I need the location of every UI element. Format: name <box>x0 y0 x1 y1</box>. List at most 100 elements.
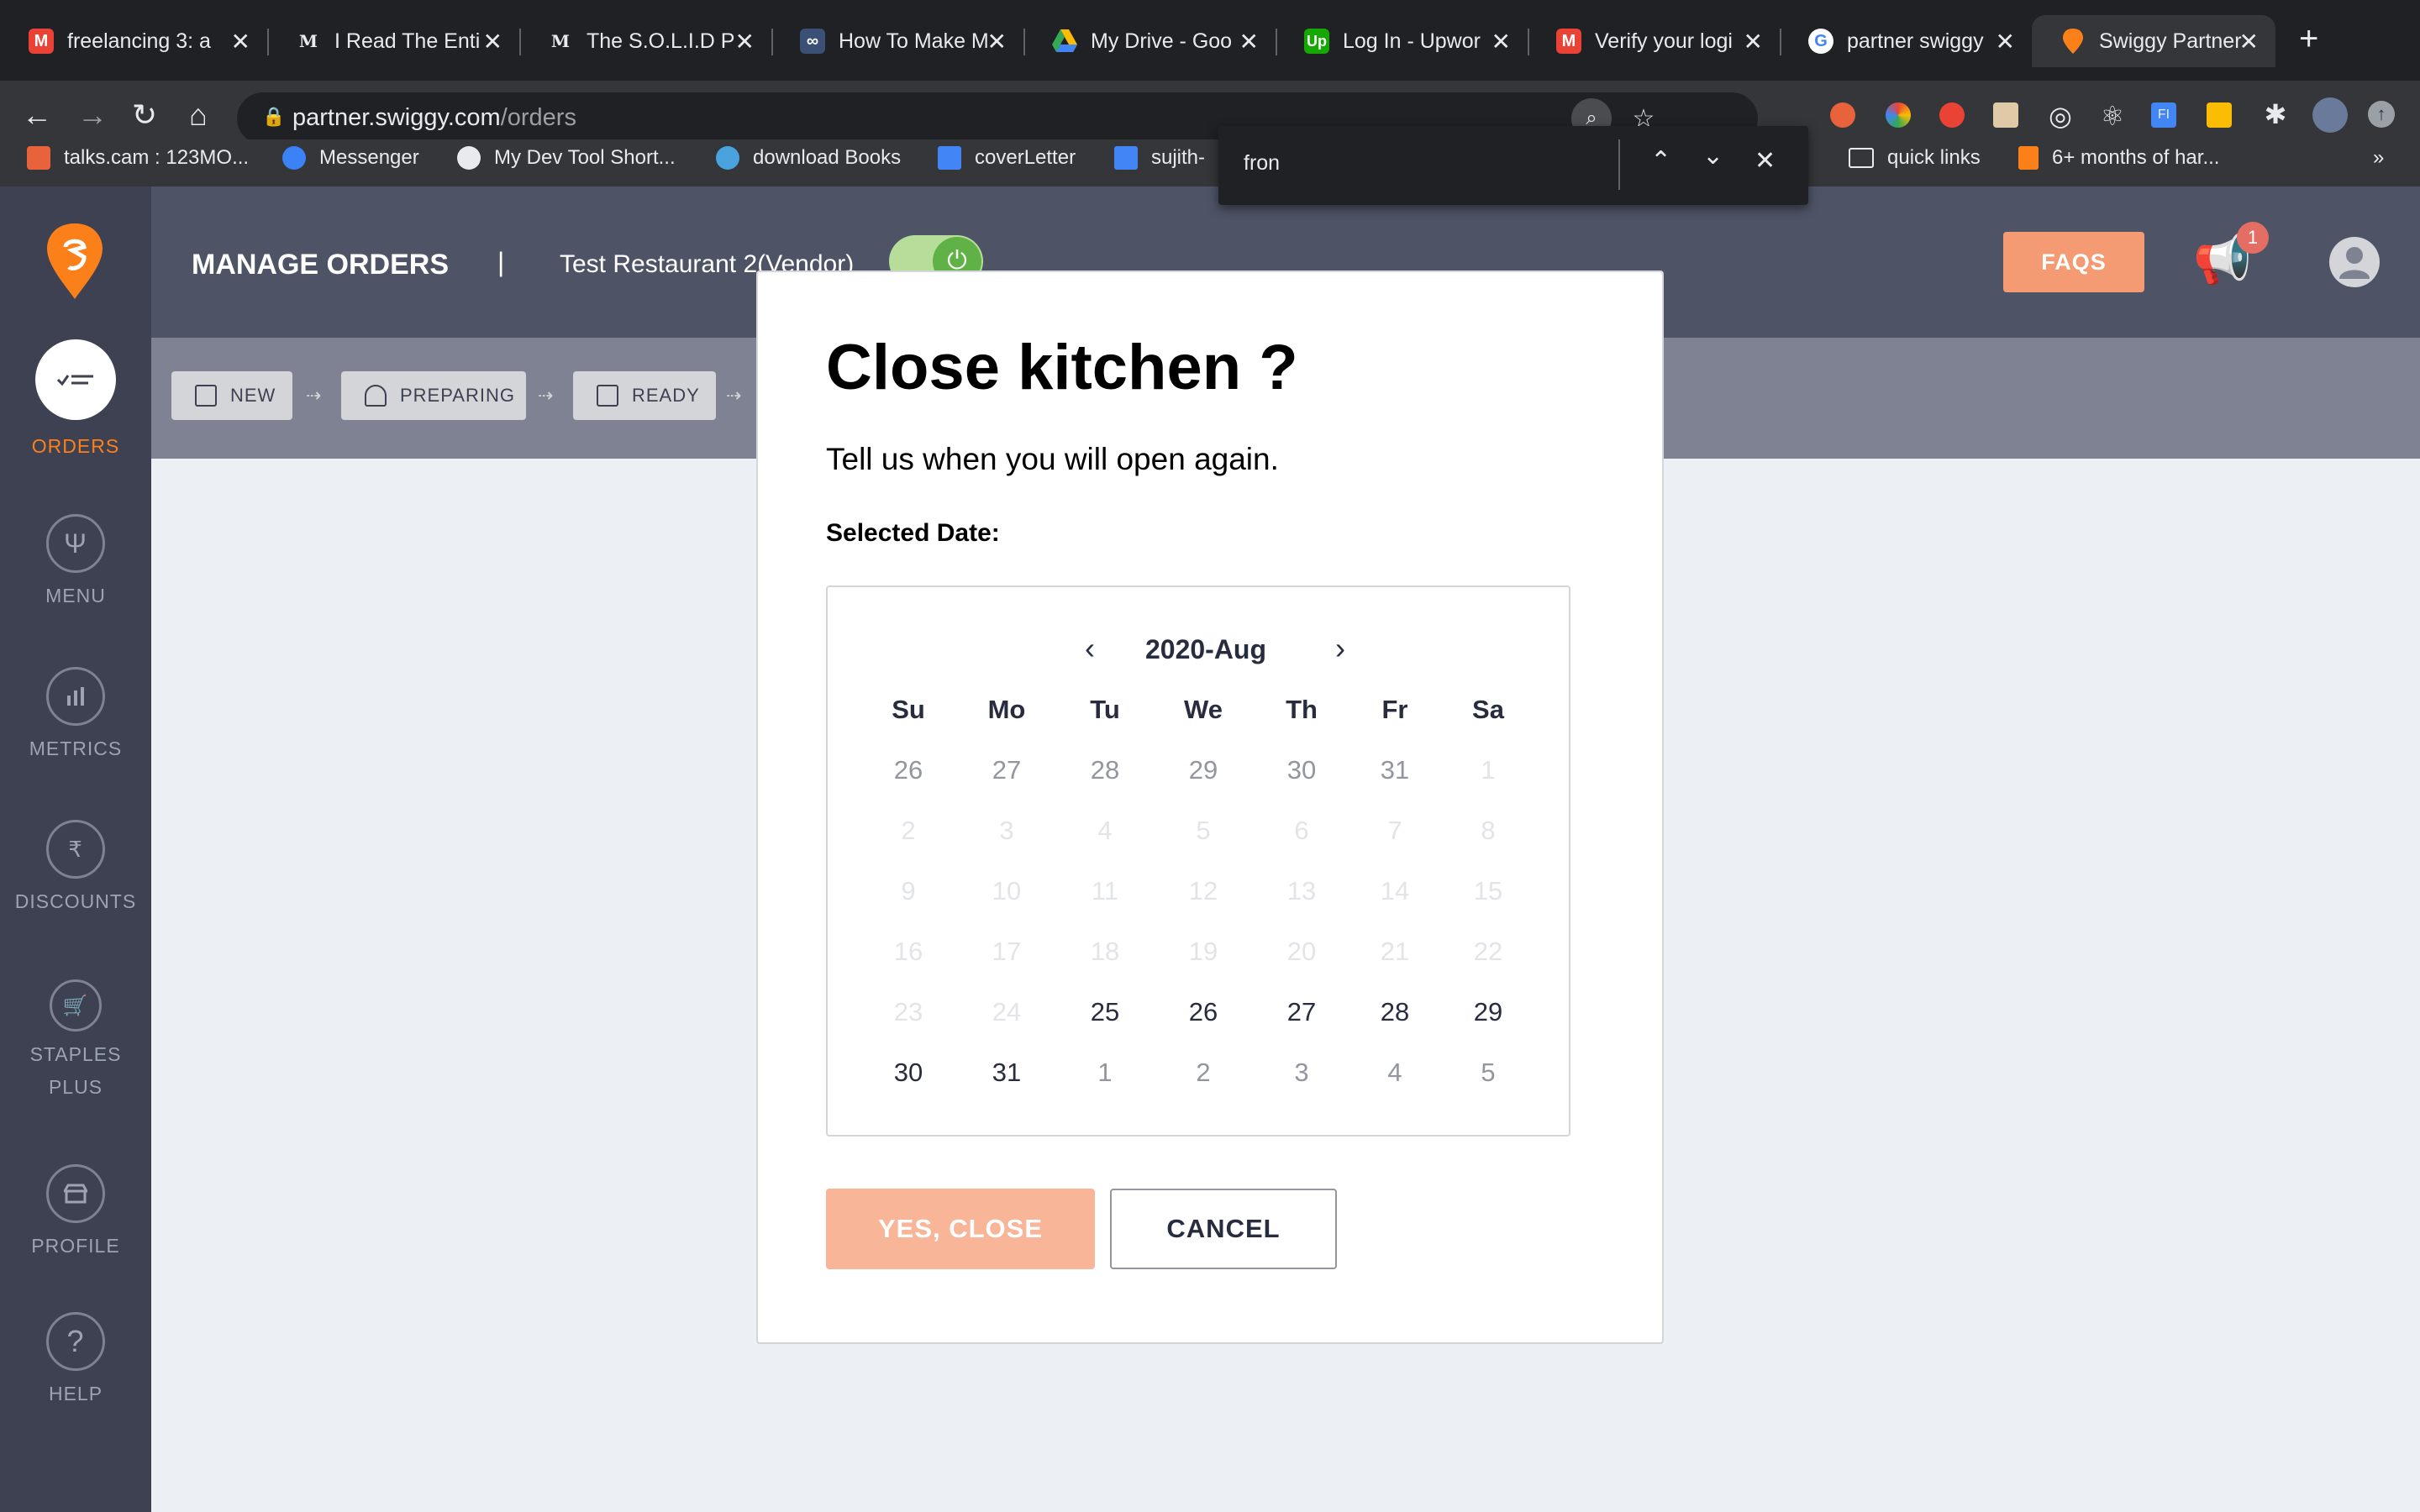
store-icon <box>46 1164 105 1223</box>
receipt-icon <box>195 385 217 407</box>
bookmark-talks[interactable]: talks.cam : 123MO... <box>27 146 249 170</box>
tab-my-drive[interactable]: My Drive - Goo ✕ <box>1023 15 1276 67</box>
tab-upwork[interactable]: Up Log In - Upwor ✕ <box>1276 15 1528 67</box>
extension-target-icon[interactable]: ◎ <box>2045 101 2075 131</box>
sidebar-item-staples-plus[interactable]: 🛒 STAPLES PLUS <box>0 979 151 1099</box>
calendar-day: 15 <box>1473 876 1503 906</box>
forward-icon[interactable]: → <box>72 97 113 133</box>
sidebar-item-orders[interactable]: ORDERS <box>0 339 151 458</box>
close-tab-icon[interactable]: ✕ <box>483 28 502 55</box>
calendar-day: 14 <box>1380 876 1410 906</box>
calendar-day: 21 <box>1380 937 1410 966</box>
bookmark-months[interactable]: 6+ months of har... <box>2018 146 2219 170</box>
stage-ready-button[interactable]: READY <box>573 371 716 420</box>
bookmark-quick-links[interactable]: quick links <box>1849 146 1981 170</box>
stage-preparing-button[interactable]: PREPARING <box>341 371 526 420</box>
lock-icon: 🔒 <box>262 106 286 127</box>
infinity-icon: ∞ <box>800 29 825 54</box>
yes-close-button[interactable]: YES, CLOSE <box>826 1189 1095 1269</box>
calendar-day: 3 <box>1294 1058 1309 1087</box>
weekday-header: Th <box>1286 695 1318 724</box>
back-icon[interactable]: ← <box>17 97 57 133</box>
calendar-day: 23 <box>893 997 923 1026</box>
calendar-day: 28 <box>1090 755 1120 785</box>
sidebar-item-label: DISCOUNTS <box>14 890 137 912</box>
extension-fi-icon[interactable]: FI <box>2151 102 2176 128</box>
calendar-day: 8 <box>1481 816 1496 845</box>
sidebar-item-label: PLUS <box>48 1076 103 1098</box>
calendar-day: 30 <box>1286 755 1317 785</box>
sidebar-item-menu[interactable]: Ψ MENU <box>0 514 151 607</box>
profile-avatar-icon[interactable] <box>2312 97 2348 133</box>
rupee-icon: ₹ <box>46 820 105 879</box>
close-tab-icon[interactable]: ✕ <box>1996 28 2015 55</box>
bookmark-cover-letter[interactable]: coverLetter <box>938 146 1076 170</box>
calendar-day[interactable]: 26 <box>1165 997 1241 1027</box>
bar-chart-icon <box>46 667 105 726</box>
extension-color-icon[interactable] <box>1886 102 1911 128</box>
find-input[interactable]: fron <box>1244 151 1280 176</box>
bookmark-messenger[interactable]: Messenger <box>282 146 419 170</box>
calendar-day: 24 <box>992 997 1022 1026</box>
calendar-day[interactable]: 31 <box>969 1058 1044 1088</box>
bookmark-sujith[interactable]: sujith- <box>1114 146 1205 170</box>
extension-note-icon[interactable] <box>2207 102 2232 128</box>
find-previous-icon[interactable]: ⌃ <box>1650 146 1671 176</box>
find-next-icon[interactable]: ⌄ <box>1702 141 1723 171</box>
page-title: MANAGE ORDERS <box>192 249 450 281</box>
weekday-header: Fr <box>1381 695 1408 724</box>
calendar-day[interactable]: 25 <box>1067 997 1143 1027</box>
sidebar-item-metrics[interactable]: METRICS <box>0 667 151 760</box>
folder-icon <box>1849 148 1874 168</box>
close-tab-icon[interactable]: ✕ <box>2239 28 2259 55</box>
close-tab-icon[interactable]: ✕ <box>735 28 755 55</box>
bookmark-download-books[interactable]: download Books <box>716 146 901 170</box>
close-tab-icon[interactable]: ✕ <box>1239 28 1259 55</box>
extension-block-icon[interactable] <box>1939 102 1965 128</box>
find-close-icon[interactable]: ✕ <box>1754 146 1776 176</box>
talks-icon <box>27 146 50 170</box>
tab-how-to-make[interactable]: ∞ How To Make M ✕ <box>771 15 1023 67</box>
calendar-day[interactable]: 28 <box>1357 997 1433 1027</box>
tab-solid[interactable]: M The S.O.L.I.D P ✕ <box>519 15 771 67</box>
sidebar-item-help[interactable]: ? HELP <box>0 1312 151 1405</box>
calendar-day[interactable]: 30 <box>871 1058 946 1088</box>
sidebar-item-discounts[interactable]: ₹ DISCOUNTS <box>0 820 151 913</box>
close-tab-icon[interactable]: ✕ <box>987 28 1007 55</box>
calendar-day: 29 <box>1188 755 1218 785</box>
tab-read-entire[interactable]: M I Read The Enti ✕ <box>267 15 519 67</box>
prev-month-icon[interactable]: ‹ <box>1073 631 1107 666</box>
reload-icon[interactable]: ↻ <box>124 97 165 133</box>
extensions-puzzle-icon[interactable]: ✱ <box>2260 99 2291 129</box>
sidebar-item-profile[interactable]: PROFILE <box>0 1164 151 1257</box>
close-tab-icon[interactable]: ✕ <box>231 28 250 55</box>
tab-freelancing[interactable]: M freelancing 3: a ✕ <box>0 15 267 67</box>
bag-icon <box>597 385 618 407</box>
user-avatar-icon[interactable] <box>2329 237 2380 287</box>
tab-title: partner swiggy <box>1847 29 1984 53</box>
calendar-day[interactable]: 29 <box>1450 997 1526 1027</box>
calendar-day: 17 <box>992 937 1022 966</box>
react-devtools-icon[interactable]: ⚛ <box>2097 101 2128 131</box>
extension-face-icon[interactable] <box>1993 102 2018 128</box>
update-icon[interactable]: ↑ <box>2368 101 2395 128</box>
tab-verify-login[interactable]: M Verify your logi ✕ <box>1528 15 1780 67</box>
tab-swiggy-partner[interactable]: Swiggy Partner ✕ <box>2032 15 2275 67</box>
bookmark-dev-tools[interactable]: My Dev Tool Short... <box>457 146 676 170</box>
weekday-header: Mo <box>987 695 1026 724</box>
stage-new-button[interactable]: NEW <box>171 371 292 420</box>
faqs-button[interactable]: FAQS <box>2003 232 2144 292</box>
calendar-day[interactable]: 27 <box>1264 997 1339 1027</box>
extension-talks-icon[interactable] <box>1830 102 1855 128</box>
close-tab-icon[interactable]: ✕ <box>1491 28 1511 55</box>
new-tab-button[interactable]: + <box>2299 20 2318 58</box>
google-drive-icon <box>1052 29 1077 54</box>
more-bookmarks-icon[interactable]: » <box>2373 146 2384 170</box>
home-icon[interactable]: ⌂ <box>178 97 218 133</box>
close-tab-icon[interactable]: ✕ <box>1744 28 1763 55</box>
cancel-button[interactable]: CANCEL <box>1110 1189 1337 1269</box>
tab-partner-swiggy-search[interactable]: G partner swiggy ✕ <box>1780 15 2032 67</box>
calendar-day: 13 <box>1286 876 1317 906</box>
next-month-icon[interactable]: › <box>1323 631 1357 666</box>
swiggy-logo-icon <box>47 223 103 303</box>
